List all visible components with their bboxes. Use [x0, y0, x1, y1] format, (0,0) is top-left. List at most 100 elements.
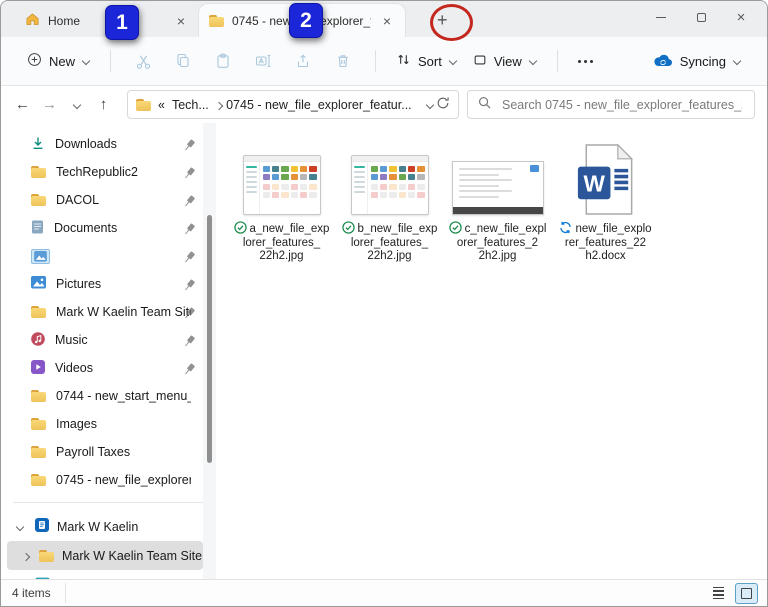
selected-image-icon: [31, 249, 50, 264]
sidebar-item-payroll-taxes[interactable]: Payroll Taxes: [1, 438, 217, 466]
back-button[interactable]: ←: [9, 91, 36, 119]
paste-button[interactable]: [203, 53, 243, 69]
file-name: b_new_file_exp lorer_features_ 22h2.jpg: [342, 221, 438, 264]
sidebar-item-0745-folder[interactable]: 0745 - new_file_explorer_features: [1, 466, 217, 494]
sidebar-item-dacol[interactable]: DACOL: [1, 186, 217, 214]
file-name: new_file_explo rer_features_22 h2.docx: [559, 221, 651, 264]
tree-item-team-site-selected[interactable]: Mark W Kaelin Team Site - Docu: [7, 541, 203, 570]
sort-button[interactable]: Sort: [388, 46, 465, 76]
close-icon: ×: [737, 9, 746, 26]
onedrive-account-icon: [35, 518, 49, 535]
address-box[interactable]: « Tech... 0745 - new_file_explorer_featu…: [127, 90, 459, 119]
pictures-icon: [31, 276, 46, 292]
more-button[interactable]: [570, 54, 601, 69]
status-bar: 4 items: [1, 579, 767, 606]
sort-icon: [396, 52, 411, 70]
recent-locations-button[interactable]: [63, 91, 90, 119]
folder-icon: [31, 390, 46, 402]
folder-icon: [31, 194, 46, 206]
file-tile-a-jpg[interactable]: a_new_file_exp lorer_features_ 22h2.jpg: [230, 144, 333, 264]
sidebar-item-unnamed[interactable]: [1, 242, 217, 270]
rename-button[interactable]: [243, 53, 283, 69]
breadcrumb-item[interactable]: 0745 - new_file_explorer_featur...: [226, 98, 412, 112]
pin-icon: [181, 249, 198, 266]
forward-button[interactable]: →: [36, 91, 63, 119]
syncing-label: Syncing: [680, 54, 726, 69]
breadcrumb-item[interactable]: Tech...: [172, 98, 209, 112]
file-tile-docx[interactable]: W new_file_explo rer_features_22 h2.docx: [554, 144, 657, 264]
jpg-thumbnail: [452, 161, 544, 215]
navigation-pane: Downloads TechRepublic2 DACOL Documents: [1, 123, 217, 579]
file-name: a_new_file_exp lorer_features_ 22h2.jpg: [234, 221, 330, 264]
search-input[interactable]: [500, 97, 744, 113]
chevron-right-icon[interactable]: [23, 552, 31, 560]
tab-close-icon[interactable]: ×: [379, 13, 395, 29]
sidebar-scrollbar[interactable]: [203, 123, 216, 579]
search-box[interactable]: [467, 90, 755, 119]
file-explorer-window: Home × 0745 - new_file_explorer_featu × …: [0, 0, 768, 607]
chevron-down-icon[interactable]: [13, 523, 27, 531]
folder-icon: [31, 306, 46, 318]
maximize-icon: [697, 13, 706, 22]
sidebar-item-pictures[interactable]: Pictures: [1, 270, 217, 298]
rename-icon: [255, 53, 272, 69]
file-name: c_new_file_expl orer_features_2 2h2.jpg: [449, 221, 547, 264]
delete-button[interactable]: [323, 53, 363, 69]
sidebar-item-downloads[interactable]: Downloads: [1, 130, 217, 158]
syncing-status-icon: [559, 221, 572, 234]
tree-item-mark-w-kaelin[interactable]: Mark W Kaelin: [1, 512, 217, 541]
chevron-down-icon: [449, 57, 457, 65]
sidebar-item-music[interactable]: Music: [1, 326, 217, 354]
copy-button[interactable]: [163, 53, 203, 69]
more-icon: [578, 60, 593, 63]
maximize-button[interactable]: [681, 1, 721, 34]
tab-close-icon[interactable]: ×: [173, 13, 189, 29]
synced-status-icon: [342, 221, 355, 234]
details-view-button[interactable]: [707, 583, 730, 604]
folder-icon: [31, 446, 46, 458]
toolbar-separator: [110, 50, 111, 72]
chevron-down-icon: [82, 57, 90, 65]
jpg-thumbnail: [243, 155, 321, 215]
command-toolbar: New Sort: [1, 37, 767, 86]
cut-icon: [135, 53, 152, 70]
file-tile-b-jpg[interactable]: b_new_file_exp lorer_features_ 22h2.jpg: [338, 144, 441, 264]
sidebar-item-documents[interactable]: Documents: [1, 214, 217, 242]
cut-button[interactable]: [123, 53, 163, 70]
chevron-down-icon: [529, 57, 537, 65]
sidebar-divider: [13, 502, 205, 503]
sidebar-item-videos[interactable]: Videos: [1, 354, 217, 382]
documents-icon: [31, 220, 44, 237]
chevron-down-icon: [733, 57, 741, 65]
synced-status-icon: [449, 221, 462, 234]
breadcrumb-overflow[interactable]: «: [158, 98, 165, 112]
refresh-button[interactable]: [436, 96, 450, 113]
onedrive-syncing-button[interactable]: Syncing: [644, 47, 749, 76]
paste-icon: [215, 53, 231, 69]
address-dropdown-icon[interactable]: [426, 101, 429, 109]
scrollbar-thumb[interactable]: [207, 215, 212, 463]
file-grid: a_new_file_exp lorer_features_ 22h2.jpg: [230, 144, 657, 264]
file-tile-c-jpg[interactable]: c_new_file_expl orer_features_2 2h2.jpg: [446, 144, 549, 264]
address-bar: ← → ↑ « Tech... 0745 - new_file_explorer…: [1, 86, 767, 123]
sidebar-item-techrepublic2[interactable]: TechRepublic2: [1, 158, 217, 186]
sidebar-item-0744-folder[interactable]: 0744 - new_start_menu_features_2: [1, 382, 217, 410]
sidebar-item-team-site[interactable]: Mark W Kaelin Team Site - Do: [1, 298, 217, 326]
folder-icon: [31, 418, 46, 430]
share-button[interactable]: [283, 53, 323, 69]
sidebar-item-images[interactable]: Images: [1, 410, 217, 438]
word-document-icon: W: [577, 144, 635, 215]
view-icon: [473, 53, 487, 70]
tree-item-this-pc[interactable]: This PC: [1, 570, 217, 579]
toolbar-separator: [557, 50, 558, 72]
search-icon: [478, 96, 491, 114]
view-toggles: [707, 583, 758, 604]
minimize-button[interactable]: [641, 1, 681, 34]
close-button[interactable]: ×: [721, 1, 761, 34]
folder-icon: [31, 474, 46, 486]
new-button[interactable]: New: [19, 46, 98, 76]
large-icons-view-button[interactable]: [735, 583, 758, 604]
up-button[interactable]: ↑: [90, 91, 117, 119]
music-icon: [31, 332, 45, 349]
view-button[interactable]: View: [465, 47, 545, 76]
